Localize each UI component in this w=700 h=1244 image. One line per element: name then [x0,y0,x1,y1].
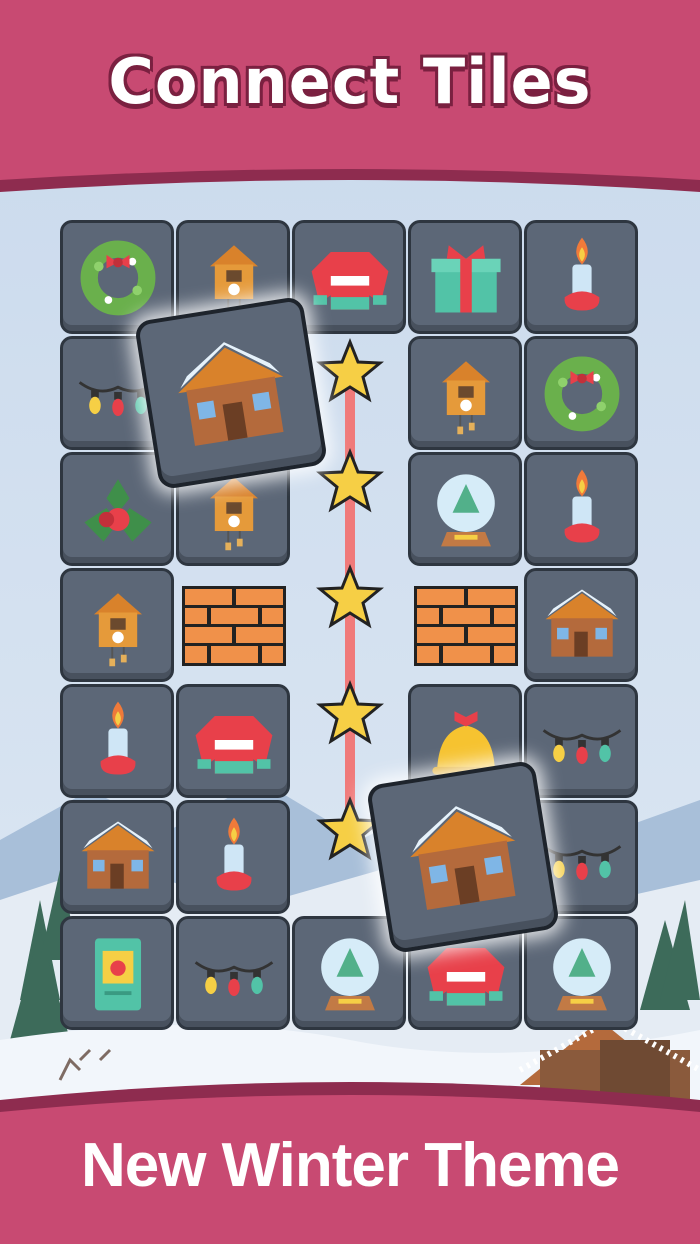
tile-sweater[interactable] [176,684,290,798]
snow-globe-icon [553,938,611,1011]
candle-icon [216,817,252,891]
cabin-icon [178,342,284,446]
tile-candle[interactable] [176,800,290,914]
card-icon [94,938,142,1011]
cabin-icon [545,589,619,657]
tile-snow-globe[interactable] [408,452,522,566]
tile-sweater[interactable] [292,220,406,334]
snow-globe-icon [437,474,495,547]
tile-wreath[interactable] [60,220,174,334]
tile-board [0,0,700,1244]
snow-globe-icon [321,938,379,1011]
tile-gift[interactable] [408,220,522,334]
cuckoo-clock-icon [94,593,142,667]
brick-wall-icon [414,586,518,666]
candle-icon [100,701,136,775]
star-icon [316,447,384,513]
tile-wreath[interactable] [524,336,638,450]
tile-cabin[interactable] [60,800,174,914]
star-icon [316,679,384,745]
cuckoo-clock-icon [442,361,490,435]
candle-icon [564,237,600,311]
tile-card[interactable] [60,916,174,1030]
cabin-icon [81,821,155,889]
candle-icon [564,469,600,543]
tile-candle[interactable] [60,684,174,798]
brick-wall-icon [182,586,286,666]
tile-lights[interactable] [176,916,290,1030]
star-icon [316,563,384,629]
promo-subtitle: New Winter Theme [80,1131,620,1200]
tile-candle[interactable] [524,452,638,566]
wreath-icon [80,240,156,316]
gift-icon [431,245,501,313]
tile-cuckoo-clock[interactable] [408,336,522,450]
wreath-icon [544,356,620,432]
selected-tile-cabin[interactable] [365,759,561,955]
tile-cabin[interactable] [524,568,638,682]
tile-candle[interactable] [524,220,638,334]
lights-icon [542,729,622,764]
sweater-icon [195,716,273,774]
holly-icon [84,479,152,542]
sweater-icon [311,252,389,310]
cabin-icon [410,806,516,910]
star-icon [316,337,384,403]
selected-tile-cabin[interactable] [133,295,329,491]
lights-icon [194,961,274,996]
tile-snow-globe[interactable] [524,916,638,1030]
tile-lights[interactable] [524,684,638,798]
tile-cuckoo-clock[interactable] [60,568,174,682]
